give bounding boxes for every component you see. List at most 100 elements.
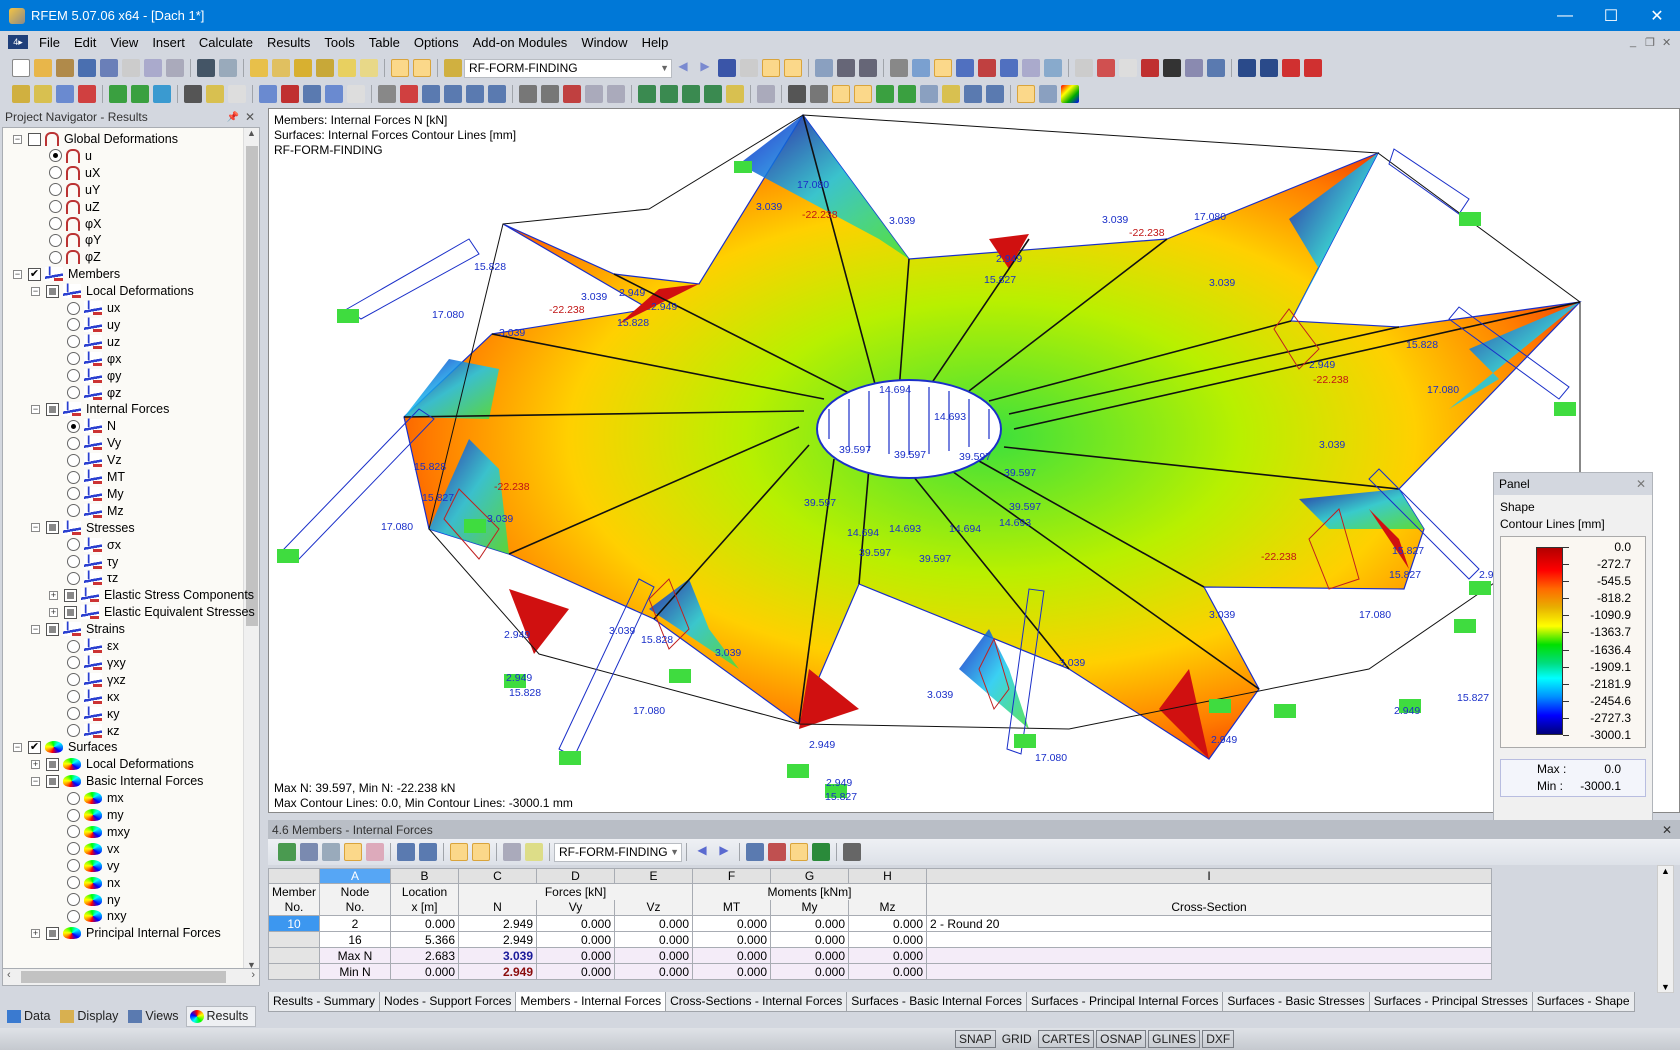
radio-button[interactable] <box>67 791 80 805</box>
tree-item[interactable]: κx <box>67 687 120 706</box>
radio-button[interactable] <box>67 639 80 653</box>
radio-button[interactable] <box>67 724 80 737</box>
radio-button[interactable] <box>67 571 80 585</box>
radio-button[interactable] <box>67 893 80 906</box>
mt-cell[interactable]: 0.000 <box>692 915 772 932</box>
radio-button[interactable] <box>67 436 80 450</box>
result-sections-icon[interactable] <box>942 85 960 103</box>
tree-item[interactable]: − Local Deformations <box>31 281 194 300</box>
radio-button[interactable] <box>67 453 80 467</box>
expand-icon[interactable]: + <box>49 590 58 600</box>
tree-item[interactable]: uZ <box>49 198 100 216</box>
table-select-2-icon[interactable] <box>472 843 490 861</box>
previous-icon[interactable]: ◀ <box>674 59 692 77</box>
line-support-icon[interactable] <box>131 85 149 103</box>
mdi-minimize-button[interactable]: _ <box>1630 36 1636 48</box>
view-3d-icon[interactable] <box>585 85 603 103</box>
view-z-icon[interactable] <box>682 85 700 103</box>
table-icon[interactable] <box>1022 59 1040 77</box>
scroll-thumb[interactable] <box>246 146 258 626</box>
undo-icon[interactable] <box>197 59 215 77</box>
surface-icon[interactable] <box>78 85 96 103</box>
checkbox[interactable] <box>46 521 59 535</box>
status-toggle-cartes[interactable]: CARTES <box>1037 1030 1095 1048</box>
result-diagram-icon[interactable] <box>920 85 938 103</box>
chevron-down-icon[interactable]: ▼ <box>670 844 679 861</box>
tree-item[interactable]: N <box>67 416 116 435</box>
location-cell[interactable]: 5.366 <box>390 931 460 948</box>
panel-toggle-icon[interactable] <box>1017 85 1035 103</box>
mz-cell[interactable]: 0.000 <box>848 931 928 948</box>
guideline-icon[interactable] <box>228 85 246 103</box>
col-header-g[interactable]: G <box>770 868 850 884</box>
tree-item[interactable]: φx <box>67 349 121 368</box>
radio-button[interactable] <box>67 876 80 890</box>
checkbox[interactable] <box>46 757 59 771</box>
target-icon[interactable] <box>294 59 312 77</box>
radio-button[interactable] <box>49 250 62 264</box>
radio-button[interactable] <box>67 808 80 822</box>
comment-icon[interactable] <box>338 59 356 77</box>
solid-results-icon[interactable] <box>876 85 894 103</box>
close-panel-icon[interactable]: ✕ <box>1636 477 1646 491</box>
imperfection-icon[interactable] <box>378 85 396 103</box>
radio-button[interactable] <box>67 909 80 923</box>
vz-cell[interactable]: 0.000 <box>614 947 694 964</box>
values-icon[interactable] <box>740 59 758 77</box>
export-2-icon[interactable] <box>1260 59 1278 77</box>
snap-icon[interactable] <box>912 59 930 77</box>
vy-cell[interactable]: 0.000 <box>536 915 616 932</box>
redo-icon[interactable] <box>219 59 237 77</box>
node-cell[interactable]: Min N <box>319 963 392 980</box>
mz-cell[interactable]: 0.000 <box>848 963 928 980</box>
tab-results[interactable]: Results <box>185 1005 257 1027</box>
tree-item[interactable]: mxy <box>67 823 130 841</box>
table-tab[interactable]: Surfaces - Principal Internal Forces <box>1025 992 1224 1012</box>
table-row[interactable]: 10 2 0.000 2.949 0.000 0.000 0.000 0.000 0.000 2 … <box>267 915 1493 932</box>
table-bars-icon[interactable] <box>790 843 808 861</box>
location-cell[interactable]: 0.000 <box>390 963 460 980</box>
surface-results-icon[interactable] <box>854 85 872 103</box>
radio-button[interactable] <box>49 200 62 214</box>
connect-icon[interactable] <box>1075 59 1093 77</box>
tree-item[interactable]: φZ <box>49 248 101 266</box>
tree-item[interactable]: + Principal Internal Forces <box>31 924 221 942</box>
tree-item[interactable]: φX <box>49 215 101 233</box>
table-tab[interactable]: Surfaces - Shape <box>1531 992 1635 1012</box>
menu-options[interactable]: Options <box>407 35 466 50</box>
radio-button[interactable] <box>67 859 80 873</box>
tree-item[interactable]: γxy <box>67 653 126 672</box>
radio-button[interactable] <box>49 183 62 197</box>
vy-cell[interactable]: 0.000 <box>536 963 616 980</box>
table-insert-icon[interactable] <box>300 843 318 861</box>
table-row[interactable]: Max N 2.683 3.039 0.000 0.000 0.000 0.000 0.000 <box>267 947 1493 964</box>
radio-button[interactable] <box>49 166 62 180</box>
show-results-icon[interactable] <box>762 59 780 77</box>
radio-button[interactable] <box>67 386 80 399</box>
view-x-icon[interactable] <box>638 85 656 103</box>
dimension-tool-icon[interactable] <box>184 85 202 103</box>
view-y-icon[interactable] <box>660 85 678 103</box>
load-gen-icon[interactable] <box>400 85 418 103</box>
table-tab[interactable]: Surfaces - Principal Stresses <box>1368 992 1533 1012</box>
cross-section-cell[interactable] <box>926 947 1493 964</box>
mz-cell[interactable]: 0.000 <box>848 947 928 964</box>
radio-button[interactable] <box>67 352 80 366</box>
info-icon[interactable] <box>1163 59 1181 77</box>
divide-icon[interactable] <box>1000 59 1018 77</box>
location-cell[interactable]: 0.000 <box>390 915 460 932</box>
checkbox[interactable]: ✔ <box>28 740 41 754</box>
load-gen-3-icon[interactable] <box>444 85 462 103</box>
mt-cell[interactable]: 0.000 <box>692 931 772 948</box>
tree-item[interactable]: φY <box>49 231 101 249</box>
chevron-down-icon[interactable]: ▼ <box>660 60 669 77</box>
menu-file[interactable]: File <box>32 35 67 50</box>
mt-cell[interactable]: 0.000 <box>692 963 772 980</box>
tree-item[interactable]: εx <box>67 636 119 655</box>
flag-2-icon[interactable] <box>1304 59 1322 77</box>
section-icon[interactable] <box>788 85 806 103</box>
render-icon[interactable] <box>757 85 775 103</box>
table-filter-icon[interactable] <box>322 843 340 861</box>
load-gen-2-icon[interactable] <box>422 85 440 103</box>
view-minus-x-icon[interactable] <box>704 85 722 103</box>
